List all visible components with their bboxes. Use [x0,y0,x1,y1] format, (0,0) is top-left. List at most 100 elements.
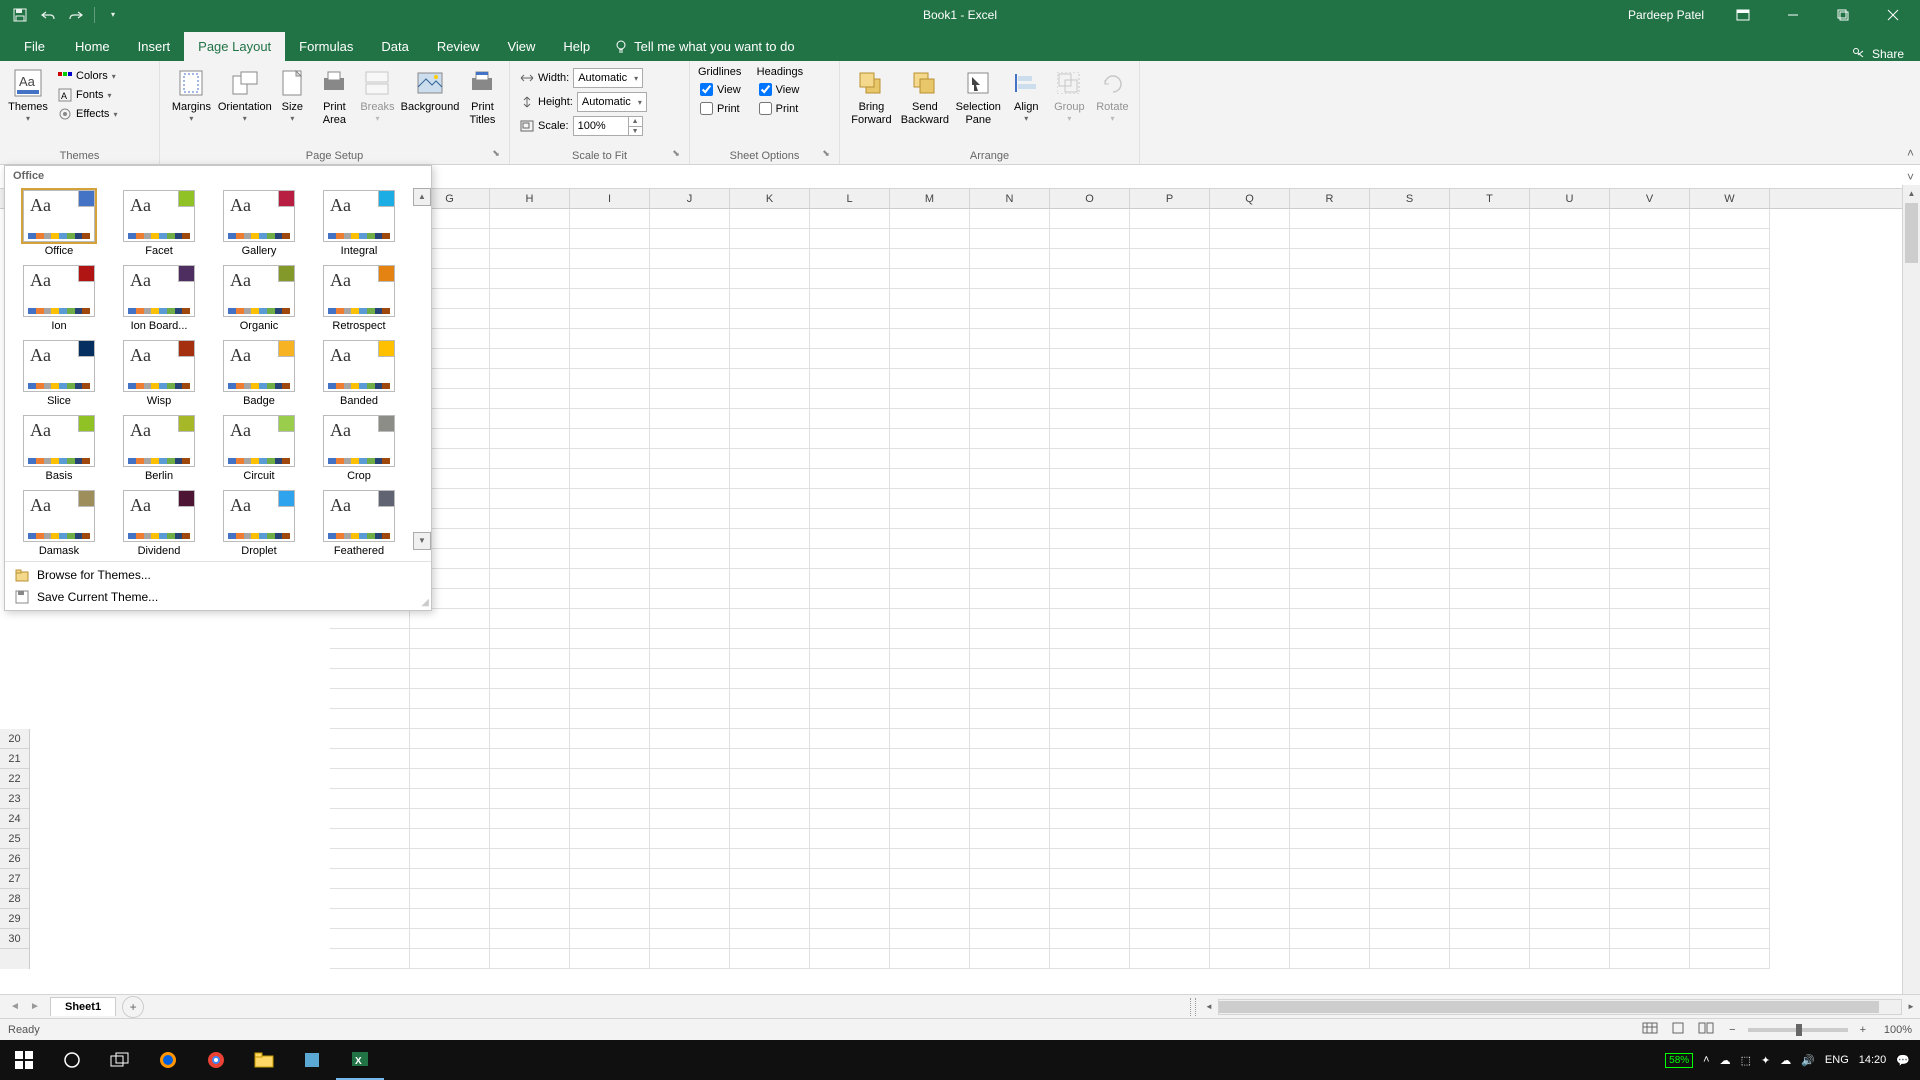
sheet-nav-prev-icon[interactable]: ◄ [6,1001,24,1012]
cell[interactable] [810,849,890,869]
cell[interactable] [1450,209,1530,229]
cell[interactable] [730,709,810,729]
cell[interactable] [970,229,1050,249]
hscroll-right-icon[interactable]: ► [1902,1002,1920,1011]
row-header[interactable]: 22 [0,769,29,789]
cell[interactable] [1450,569,1530,589]
cell[interactable] [570,729,650,749]
start-button[interactable] [0,1040,48,1080]
cell[interactable] [1370,409,1450,429]
cell[interactable] [1610,429,1690,449]
cell[interactable] [1690,849,1770,869]
cell[interactable] [730,749,810,769]
cell[interactable] [1210,789,1290,809]
cell[interactable] [570,949,650,969]
cell[interactable] [1450,489,1530,509]
cell[interactable] [1290,269,1370,289]
cell[interactable] [650,549,730,569]
cell[interactable] [330,769,410,789]
cell[interactable] [1610,949,1690,969]
cell[interactable] [1130,589,1210,609]
tab-data[interactable]: Data [367,32,422,61]
row-header[interactable]: 28 [0,889,29,909]
gallery-scroll-down-icon[interactable]: ▼ [413,532,431,550]
cell[interactable] [1130,489,1210,509]
cell[interactable] [970,209,1050,229]
cell[interactable] [490,329,570,349]
cell[interactable] [1050,209,1130,229]
theme-item-crop[interactable]: AaCrop [311,413,407,484]
cell[interactable] [1450,529,1530,549]
cell[interactable] [490,309,570,329]
cell[interactable] [1130,809,1210,829]
column-header[interactable]: Q [1210,189,1290,208]
zoom-out-button[interactable]: − [1725,1024,1739,1036]
excel-taskbar-icon[interactable]: X [336,1040,384,1080]
cell[interactable] [1290,309,1370,329]
cell[interactable] [1370,869,1450,889]
cell[interactable] [1530,389,1610,409]
cell[interactable] [1050,909,1130,929]
cell[interactable] [330,949,410,969]
cell[interactable] [1370,929,1450,949]
theme-item-badge[interactable]: AaBadge [211,338,307,409]
cell[interactable] [1530,309,1610,329]
column-header[interactable]: M [890,189,970,208]
cell[interactable] [1370,449,1450,469]
cell[interactable] [1690,869,1770,889]
cell[interactable] [1290,329,1370,349]
cell[interactable] [1050,569,1130,589]
cell[interactable] [810,749,890,769]
add-sheet-button[interactable]: + [122,996,144,1018]
zoom-level[interactable]: 100% [1872,1024,1912,1036]
size-button[interactable]: Size▾ [273,65,312,125]
cell[interactable] [490,469,570,489]
cell[interactable] [1370,909,1450,929]
cell[interactable] [570,849,650,869]
cell[interactable] [730,389,810,409]
cell[interactable] [1210,469,1290,489]
cell[interactable] [1210,869,1290,889]
cell[interactable] [810,309,890,329]
cell[interactable] [1050,929,1130,949]
cell[interactable] [1530,429,1610,449]
cell[interactable] [1370,729,1450,749]
cell[interactable] [730,249,810,269]
cell[interactable] [1610,689,1690,709]
cell[interactable] [1210,769,1290,789]
hscroll-left-icon[interactable]: ◄ [1200,1002,1218,1011]
cell[interactable] [970,689,1050,709]
cell[interactable] [730,949,810,969]
cell[interactable] [1290,369,1370,389]
cell[interactable] [1530,569,1610,589]
scale-input[interactable]: 100%▲▼ [573,116,643,136]
cell[interactable] [1370,769,1450,789]
cell[interactable] [1210,449,1290,469]
cell[interactable] [1450,849,1530,869]
cell[interactable] [1290,609,1370,629]
cell[interactable] [730,489,810,509]
cell[interactable] [1050,409,1130,429]
tray-onedrive-icon[interactable]: ☁ [1720,1054,1731,1067]
save-theme-button[interactable]: Save Current Theme... [5,586,431,608]
cell[interactable] [810,769,890,789]
theme-item-droplet[interactable]: AaDroplet [211,488,307,559]
cell[interactable] [730,929,810,949]
cell[interactable] [570,889,650,909]
cell[interactable] [570,909,650,929]
cell[interactable] [1610,249,1690,269]
cell[interactable] [1290,749,1370,769]
cell[interactable] [970,869,1050,889]
cell[interactable] [570,809,650,829]
cell[interactable] [730,669,810,689]
cell[interactable] [1290,709,1370,729]
cell[interactable] [1530,769,1610,789]
save-icon[interactable] [8,3,32,27]
cell[interactable] [1290,409,1370,429]
cell[interactable] [570,609,650,629]
cell[interactable] [1290,809,1370,829]
cell[interactable] [1530,449,1610,469]
cell[interactable] [1370,329,1450,349]
cell[interactable] [1690,289,1770,309]
cell[interactable] [1050,349,1130,369]
